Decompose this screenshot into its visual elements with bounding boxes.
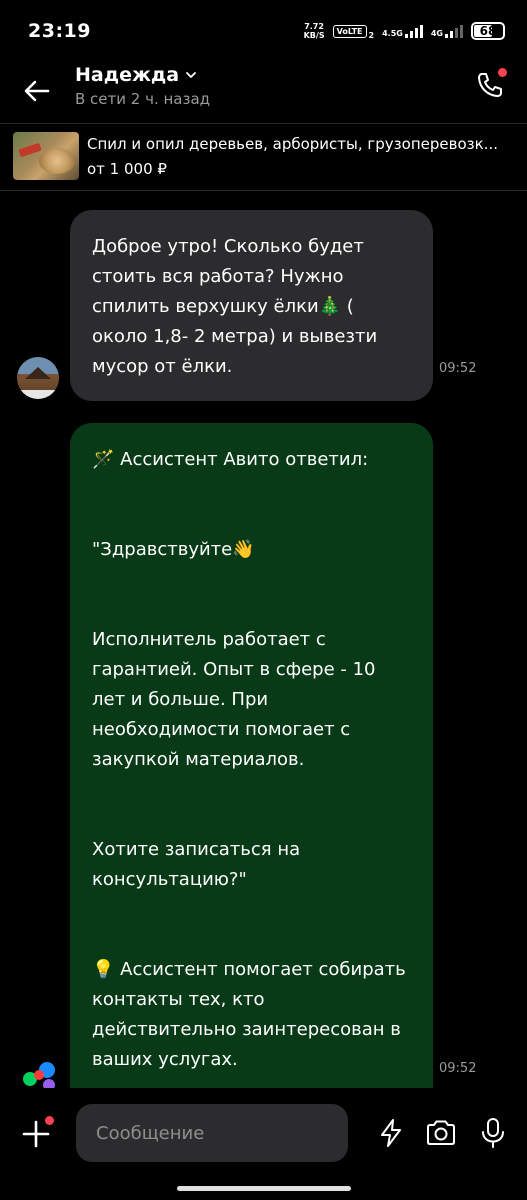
camera-icon[interactable] (424, 1116, 458, 1150)
battery-level: 68 (479, 24, 497, 38)
chat-header: Надежда В сети 2 ч. назад (0, 60, 527, 120)
contact-name[interactable]: Надежда (75, 64, 179, 86)
signal-bars-icon (404, 24, 423, 38)
volte-sim-number: 2 (368, 30, 375, 40)
battery-icon: 68 (471, 22, 505, 40)
listing-thumbnail[interactable] (13, 132, 79, 180)
notification-dot (45, 1116, 54, 1125)
listing-title[interactable]: Спил и опил деревьев, арбористы, грузопе… (87, 135, 517, 153)
avito-logo-icon (23, 1062, 55, 1091)
microphone-icon[interactable] (476, 1116, 510, 1150)
message-input-bar (0, 1088, 527, 1200)
signal-1-label: 4.5G (382, 29, 403, 38)
last-seen-status: В сети 2 ч. назад (75, 90, 211, 108)
network-speed: 7.72 KB/S (304, 22, 325, 40)
assistant-message[interactable]: 🪄 Ассистент Авито ответил: "Здравствуйте… (70, 423, 433, 1103)
network-speed-value: 7.72 (304, 22, 324, 31)
status-time: 23:19 (28, 20, 91, 42)
lightning-icon[interactable] (374, 1116, 408, 1150)
signal-bars-icon (445, 24, 463, 38)
notification-dot (498, 68, 507, 77)
listing-price: от 1 000 ₽ (87, 160, 167, 178)
status-bar: 23:19 7.72 KB/S VoLTE 2 4.5G 4G 68 (0, 0, 527, 64)
sender-avatar[interactable] (17, 357, 59, 399)
divider (0, 190, 527, 191)
home-indicator[interactable] (177, 1186, 351, 1191)
message-time: 09:52 (439, 361, 477, 376)
call-button[interactable] (473, 68, 507, 102)
message-time: 09:52 (439, 1061, 477, 1076)
signal-2: 4G (431, 24, 463, 38)
signal-2-label: 4G (430, 29, 443, 38)
message-input[interactable] (76, 1104, 348, 1162)
status-indicators: 7.72 KB/S VoLTE 2 4.5G 4G 68 (304, 22, 505, 40)
signal-1: 4.5G (382, 24, 423, 38)
volte-badge: VoLTE (332, 24, 367, 38)
attach-button[interactable] (20, 1116, 54, 1150)
listing-card[interactable]: Спил и опил деревьев, арбористы, грузопе… (0, 124, 527, 190)
incoming-message[interactable]: Доброе утро! Сколько будет стоить вся ра… (70, 210, 433, 401)
chevron-down-icon[interactable] (185, 69, 197, 81)
network-speed-unit: KB/S (303, 31, 325, 40)
contact-info[interactable]: Надежда В сети 2 ч. назад (75, 64, 210, 108)
back-arrow-icon[interactable] (22, 76, 52, 106)
